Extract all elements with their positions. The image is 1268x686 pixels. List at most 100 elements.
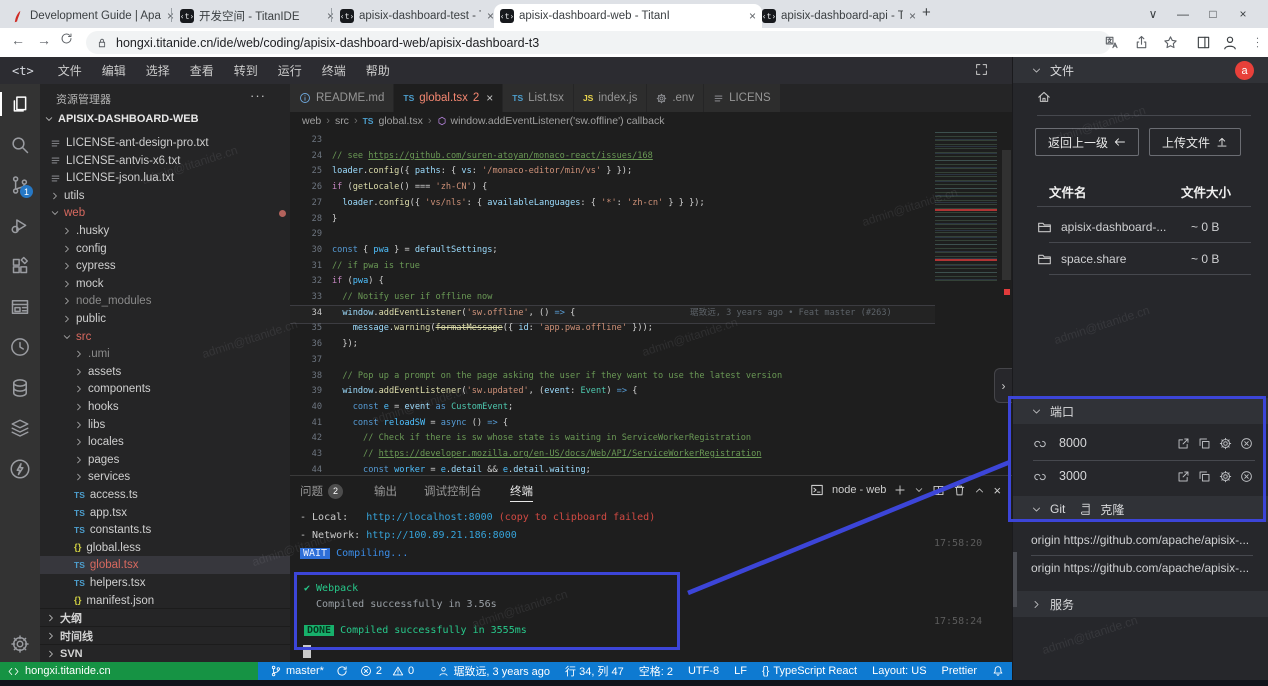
menu-item-编辑[interactable]: 编辑 [92, 62, 136, 79]
editor-tab-global.tsx[interactable]: TSglobal.tsx2× [394, 84, 503, 112]
tree-file-LICENSE-antvis-x6.txt[interactable]: LICENSE-antvis-x6.txt [40, 152, 290, 170]
shell-selector[interactable]: node - web [832, 484, 886, 496]
tree-file-helpers.tsx[interactable]: TShelpers.tsx [40, 574, 290, 592]
port-copy-button[interactable] [1198, 437, 1211, 450]
browser-tab[interactable]: ‹t›apisix-dashboard-test - TitanID× [334, 4, 500, 28]
menu-item-帮助[interactable]: 帮助 [356, 62, 400, 79]
menu-item-选择[interactable]: 选择 [136, 62, 180, 79]
port-copy-button[interactable] [1198, 470, 1211, 483]
project-root-row[interactable]: APISIX-DASHBOARD-WEB [44, 113, 286, 125]
panel-tab-调试控制台[interactable]: 调试控制台 [424, 481, 482, 501]
breadcrumb-item[interactable]: web [302, 115, 321, 127]
editor-tab-.env[interactable]: .env [647, 84, 704, 112]
port-gear-button[interactable] [1219, 470, 1232, 483]
tree-file-global.less[interactable]: {}global.less [40, 539, 290, 557]
menu-item-查看[interactable]: 查看 [180, 62, 224, 79]
tree-folder-.husky[interactable]: .husky [40, 222, 290, 240]
blame-indicator[interactable]: 琚致远, 3 years ago [438, 663, 550, 679]
port-row[interactable]: 3000 [1013, 463, 1268, 491]
sidebar-section-大纲[interactable]: 大纲 [40, 608, 290, 627]
formatter[interactable]: Prettier [942, 665, 977, 677]
fullscreen-icon[interactable] [975, 63, 988, 76]
menu-item-转到[interactable]: 转到 [224, 62, 268, 79]
port-external-button[interactable] [1177, 470, 1190, 483]
browser-back-button[interactable]: ← [8, 32, 28, 48]
branch-indicator[interactable]: master* [270, 665, 324, 677]
terminal-dropdown-icon[interactable] [914, 485, 924, 495]
activity-preview-button[interactable] [8, 295, 32, 319]
eol[interactable]: LF [734, 665, 747, 677]
port-circle-x-button[interactable] [1240, 437, 1253, 450]
activity-clock-button[interactable] [8, 335, 32, 359]
breadcrumb[interactable]: web›src›TSglobal.tsx›window.addEventList… [290, 112, 1012, 130]
tab-close-icon[interactable]: × [487, 9, 494, 23]
tree-folder-utils[interactable]: utils [40, 187, 290, 205]
editor-tab-LICENS[interactable]: LICENS [704, 84, 781, 112]
breadcrumb-item[interactable]: TSglobal.tsx [363, 115, 423, 127]
profile-avatar-icon[interactable] [1222, 35, 1238, 51]
tree-file-global.tsx[interactable]: TSglobal.tsx2 [40, 556, 290, 574]
editor-tab-README.md[interactable]: README.md [290, 84, 394, 112]
breadcrumb-item[interactable]: window.addEventListener('sw.offline') ca… [437, 115, 665, 127]
port-circle-x-button[interactable] [1240, 470, 1253, 483]
git-remote-row[interactable]: origin https://github.com/apache/apisix-… [1031, 561, 1249, 575]
port-external-button[interactable] [1177, 437, 1190, 450]
ports-panel-header[interactable]: 端口 [1013, 398, 1268, 424]
tree-file-constants.ts[interactable]: TSconstants.ts [40, 521, 290, 539]
menu-item-终端[interactable]: 终端 [312, 62, 356, 79]
activity-files-button[interactable] [8, 92, 32, 116]
upload-button[interactable]: 上传文件 [1149, 128, 1241, 156]
port-gear-button[interactable] [1219, 437, 1232, 450]
tree-folder-src[interactable]: src [40, 328, 290, 346]
menu-item-运行[interactable]: 运行 [268, 62, 312, 79]
browser-forward-button[interactable]: → [34, 32, 54, 48]
tab-close-icon[interactable]: × [909, 9, 916, 23]
window-menu-icon[interactable]: ∨ [1138, 7, 1168, 21]
tree-file-app.tsx[interactable]: TSapp.tsx [40, 504, 290, 522]
maximize-icon[interactable]: □ [1198, 7, 1228, 21]
sidebar-section-SVN[interactable]: SVN [40, 644, 290, 663]
remote-file-row[interactable]: space.share~ 0 B [1013, 247, 1268, 273]
tree-folder-components[interactable]: components [40, 380, 290, 398]
tree-folder-public[interactable]: public [40, 310, 290, 328]
remote-indicator[interactable]: hongxi.titanide.cn [0, 662, 258, 680]
port-row[interactable]: 8000 [1013, 430, 1268, 458]
editor-tab-List.tsx[interactable]: TSList.tsx [503, 84, 574, 112]
editor-tab-index.js[interactable]: JSindex.js [574, 84, 647, 112]
browser-tab[interactable]: ‹t›开发空间 - TitanIDE× [174, 4, 340, 28]
encoding[interactable]: UTF-8 [688, 665, 719, 677]
sync-icon[interactable] [60, 32, 73, 45]
tree-folder-.umi[interactable]: .umi [40, 345, 290, 363]
tree-file-LICENSE-json.lua.txt[interactable]: LICENSE-json.lua.txt [40, 169, 290, 187]
tree-file-access.ts[interactable]: TSaccess.ts [40, 486, 290, 504]
panel-tab-输出[interactable]: 输出 [374, 481, 397, 501]
code-editor[interactable]: › 2324// see https://github.com/suren-at… [290, 130, 1012, 475]
tree-folder-config[interactable]: config [40, 240, 290, 258]
git-clone-label[interactable]: 克隆 [1100, 501, 1124, 518]
go-up-button[interactable]: 返回上一级 [1035, 128, 1139, 156]
activity-layers-button[interactable] [8, 416, 32, 440]
tab-close-icon[interactable]: × [749, 9, 756, 23]
language-mode[interactable]: {} TypeScript React [762, 665, 857, 677]
tree-folder-hooks[interactable]: hooks [40, 398, 290, 416]
browser-tab[interactable]: Development Guide | Apache× [6, 4, 180, 28]
minimize-icon[interactable]: — [1168, 7, 1198, 21]
share-icon[interactable] [1134, 35, 1149, 50]
panel-tab-终端[interactable]: 终端 [510, 481, 533, 502]
services-panel-header[interactable]: 服务 [1013, 591, 1268, 617]
new-tab-button[interactable]: + [922, 4, 931, 21]
explorer-more-button[interactable]: ··· [250, 88, 266, 103]
tree-file-manifest.json[interactable]: {}manifest.json [40, 592, 290, 608]
files-panel-header[interactable]: 文件 [1013, 57, 1268, 83]
remote-file-row[interactable]: apisix-dashboard-...~ 0 B [1013, 215, 1268, 241]
browser-tab[interactable]: ‹t›apisix-dashboard-web - TitanI× [494, 4, 762, 28]
close-window-icon[interactable]: × [1228, 7, 1258, 21]
breadcrumb-item[interactable]: src [335, 115, 349, 127]
git-panel-header[interactable]: Git 克隆 [1013, 496, 1268, 522]
browser-tab[interactable]: ‹t›apisix-dashboard-api - TitanID× [756, 4, 922, 28]
close-panel-icon[interactable]: × [993, 483, 1001, 498]
new-terminal-icon[interactable] [894, 484, 906, 496]
tree-folder-pages[interactable]: pages [40, 451, 290, 469]
home-icon[interactable] [1037, 90, 1051, 104]
sync-icon[interactable] [336, 665, 348, 677]
